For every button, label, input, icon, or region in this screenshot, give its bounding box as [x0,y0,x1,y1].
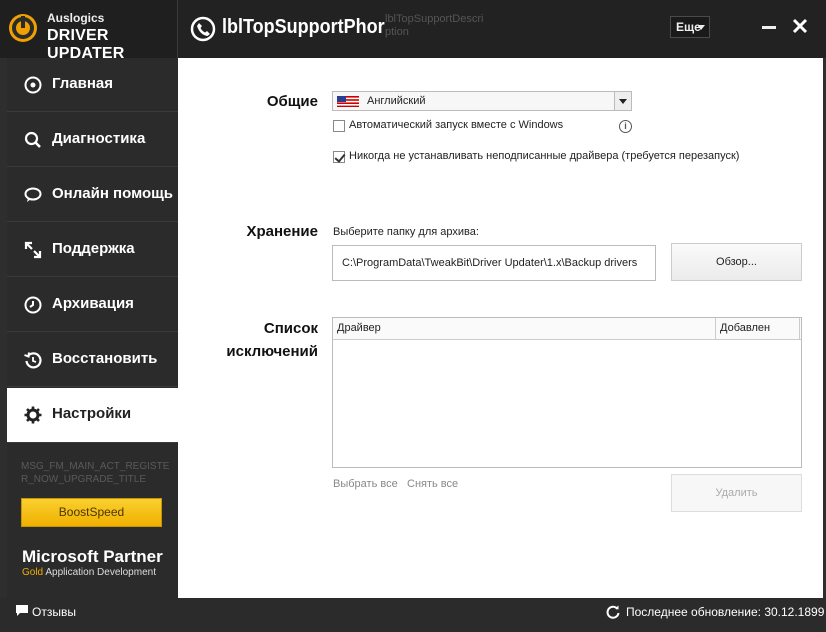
support-phone: lblTopSupportPhor [222,16,385,38]
column-driver[interactable]: Драйвер [337,322,381,334]
app-logo: Auslogics DRIVER UPDATER [0,0,178,62]
select-all-link[interactable]: Выбрать все [333,478,398,490]
status-bar: Отзывы Последнее обновление: 30.12.1899 [0,598,826,632]
home-icon [24,76,42,94]
column-added[interactable]: Добавлен [720,322,770,334]
clock-icon [24,296,42,314]
settings-panel: Общие Английский Автоматический запуск в… [178,58,823,598]
delete-button[interactable]: Удалить [671,474,802,512]
column-divider [799,318,800,339]
application-development-label: Application Development [45,567,156,578]
sidebar-item-label: Онлайн помощь [52,185,174,202]
sidebar: Главная Диагностика Онлайн помощь Поддер… [7,58,178,598]
gold-label: Gold [22,567,44,578]
column-divider [715,318,716,339]
general-section-title: Общие [266,93,318,110]
sidebar-item-settings[interactable]: Настройки [7,388,178,443]
logo-icon [9,14,37,42]
sidebar-item-restore[interactable]: Восстановить [7,333,178,387]
exclusions-section-title: Список исключений [218,320,318,360]
close-icon[interactable] [792,18,808,34]
restore-icon [24,352,42,369]
refresh-icon[interactable] [606,605,620,619]
language-select[interactable]: Английский [332,91,632,111]
sidebar-item-label: Диагностика [52,130,146,147]
storage-section-title: Хранение [246,223,318,240]
info-icon[interactable]: i [619,120,632,133]
chevron-down-icon[interactable] [614,92,631,110]
sidebar-item-label: Главная [52,75,114,92]
more-menu-button[interactable]: Еще [670,16,710,38]
last-update-text: Последнее обновление: 30.12.1899 [626,605,825,619]
autostart-checkbox[interactable] [333,120,345,132]
chat-icon [24,187,42,202]
boostspeed-button[interactable]: BoostSpeed [21,498,162,527]
deselect-all-link[interactable]: Снять все [407,478,458,490]
microsoft-partner-subtitle: Gold Application Development [22,567,156,578]
sidebar-item-online-help[interactable]: Онлайн помощь [7,168,178,222]
sidebar-item-diagnostics[interactable]: Диагностика [7,113,178,167]
promo-text: MSG_FM_MAIN_ACT_REGISTER_NOW_UPGRADE_TIT… [21,461,170,485]
sidebar-item-backup[interactable]: Архивация [7,278,178,332]
feedback-link[interactable]: Отзывы [32,605,76,619]
exclusions-title-line1: Список [263,320,318,337]
search-icon [24,131,41,148]
gear-icon [24,406,42,424]
sidebar-item-support[interactable]: Поддержка [7,223,178,277]
sidebar-item-label: Восстановить [52,350,158,367]
minimize-button[interactable] [762,26,776,29]
sidebar-item-label: Поддержка [52,240,135,257]
table-header: Драйвер Добавлен [333,318,801,340]
brand-name: Auslogics [47,11,105,25]
browse-button[interactable]: Обзор... [671,243,802,281]
app-window: Auslogics DRIVER UPDATER lblTopSupportPh… [0,0,826,632]
language-value: Английский [367,95,426,107]
phone-icon [190,16,216,42]
chevron-down-icon [697,25,705,30]
unsigned-drivers-checkbox[interactable] [333,151,345,163]
support-description: lblTopSupportDescri ption [385,13,484,38]
autostart-label: Автоматический запуск вместе с Windows [349,119,564,131]
support-icon [24,241,42,259]
exclusions-title-line2: исключений [226,343,318,360]
backup-folder-input[interactable]: C:\ProgramData\TweakBit\Driver Updater\1… [332,245,656,281]
backup-folder-label: Выберите папку для архива: [333,226,479,238]
sidebar-item-home[interactable]: Главная [7,58,178,112]
unsigned-drivers-label: Никогда не устанавливать неподписанные д… [349,150,740,162]
exclusions-table[interactable]: Драйвер Добавлен [332,317,802,468]
sidebar-item-label: Архивация [52,295,134,312]
us-flag-icon [337,96,359,107]
feedback-icon [16,605,28,616]
title-bar: Auslogics DRIVER UPDATER lblTopSupportPh… [0,0,826,62]
microsoft-partner-logo: Microsoft Partner [22,547,163,566]
sidebar-item-label: Настройки [52,405,132,422]
